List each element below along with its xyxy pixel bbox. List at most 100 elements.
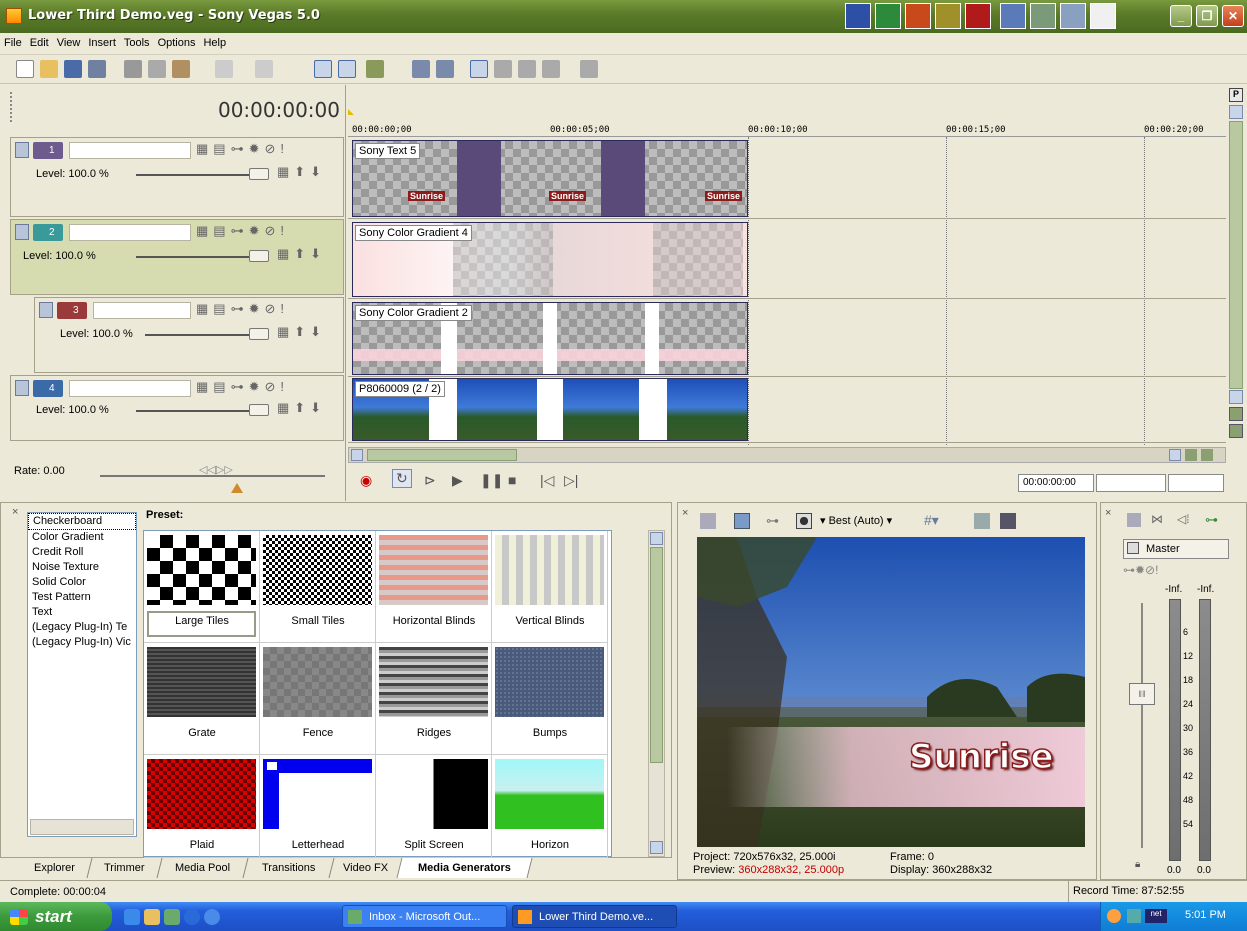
level-slider-knob[interactable] <box>249 168 269 180</box>
track-header-4[interactable]: 4 ▦▤⊶✹⊘! Level: 100.0 % ▦⬆⬇ <box>10 375 344 441</box>
zoom-out-icon[interactable] <box>1201 449 1213 461</box>
track-fx-icons[interactable]: ▦▤⊶✹⊘! <box>196 223 289 239</box>
cut-icon[interactable] <box>124 60 142 78</box>
selection-tool-icon[interactable] <box>518 60 536 78</box>
timeline-ruler[interactable]: 00:00:00;00 00:00:05;00 00:00:10;00 00:0… <box>348 85 1226 137</box>
generator-item[interactable]: Test Pattern <box>28 590 136 605</box>
menu-edit[interactable]: Edit <box>26 33 53 49</box>
gradient-clip[interactable]: Sony Color Gradient 2 <box>352 302 748 375</box>
preset-fence[interactable]: Fence <box>260 643 376 755</box>
scroll-up-button[interactable] <box>1229 105 1243 119</box>
preset-large-tiles[interactable]: Large Tiles <box>144 531 260 643</box>
crossfade-icon[interactable] <box>366 60 384 78</box>
scroll-thumb[interactable] <box>1229 121 1243 389</box>
play-from-start-icon[interactable]: ⊳ <box>424 472 436 489</box>
compositing-icons[interactable]: ▦⬆⬇ <box>277 164 326 180</box>
selection-start-time[interactable]: 00:00:00:00 <box>1018 474 1094 492</box>
snap-icon[interactable] <box>470 60 488 78</box>
menu-file[interactable]: File <box>0 33 26 49</box>
minimize-track-icon[interactable] <box>15 224 29 240</box>
dim-output-icon[interactable]: ◁⁞ <box>1177 512 1190 526</box>
internet-explorer-icon[interactable] <box>184 909 200 925</box>
envelope-tool-icon[interactable] <box>494 60 512 78</box>
paste-icon[interactable] <box>172 60 190 78</box>
scroll-right-button[interactable] <box>1169 449 1181 461</box>
preset-split-screen[interactable]: Split Screen <box>376 755 492 858</box>
preset-vertical-blinds[interactable]: Vertical Blinds <box>492 531 608 643</box>
taskbar-item-vegas[interactable]: Lower Third Demo.ve... <box>512 905 677 928</box>
menu-options[interactable]: Options <box>154 33 200 49</box>
minimize-button[interactable]: _ <box>1170 5 1192 27</box>
zoom-in-icon[interactable] <box>1229 407 1243 421</box>
undo-icon[interactable] <box>215 60 233 78</box>
open-icon[interactable] <box>40 60 58 78</box>
insert-bus-icon[interactable]: ⊶ <box>1205 512 1218 528</box>
track-fx-icons[interactable]: ▦▤⊶✹⊘! <box>196 141 289 157</box>
properties-icon[interactable] <box>88 60 106 78</box>
render-icon[interactable] <box>412 60 430 78</box>
scroll-up-button[interactable] <box>650 532 663 545</box>
go-to-end-icon[interactable]: ▷| <box>564 472 578 489</box>
generator-item[interactable]: Checkerboard <box>28 513 136 530</box>
new-icon[interactable] <box>16 60 34 78</box>
preset-grate[interactable]: Grate <box>144 643 260 755</box>
excel-icon[interactable] <box>875 3 901 29</box>
paint-icon[interactable] <box>1030 3 1056 29</box>
menu-help[interactable]: Help <box>199 33 230 49</box>
pause-icon[interactable]: ❚❚ <box>480 472 503 489</box>
quick-launch-icon[interactable] <box>124 909 140 925</box>
preset-ridges[interactable]: Ridges <box>376 643 492 755</box>
gradient-clip[interactable]: Sony Color Gradient 4 <box>352 222 748 297</box>
track-lane-4[interactable]: P8060009 (2 / 2) <box>348 377 1226 443</box>
track-fx-icons[interactable]: ▦▤⊶✹⊘! <box>196 379 289 395</box>
compositing-icons[interactable]: ▦⬆⬇ <box>277 400 326 416</box>
track-lane-2[interactable]: Sony Color Gradient 4 <box>348 219 1226 299</box>
track-lane-3[interactable]: Sony Color Gradient 2 <box>348 299 1226 377</box>
auto-ripple-icon[interactable] <box>314 60 332 78</box>
track-lane-1[interactable]: Sony Text 5 Sunrise Sunrise Sunrise <box>348 137 1226 219</box>
outlook-icon[interactable] <box>164 909 180 925</box>
scroll-left-button[interactable] <box>351 449 363 461</box>
scroll-down-button[interactable] <box>650 841 663 854</box>
powerpoint-icon[interactable] <box>905 3 931 29</box>
close-button[interactable]: ✕ <box>1222 5 1244 27</box>
media-player-icon[interactable] <box>204 909 220 925</box>
preview-frame[interactable]: Sunrise <box>697 537 1085 847</box>
preset-horizon[interactable]: Horizon <box>492 755 608 858</box>
preset-plaid[interactable]: Plaid <box>144 755 260 858</box>
level-slider[interactable] <box>136 174 266 176</box>
network-icon[interactable] <box>1127 909 1141 923</box>
timeline-area[interactable]: Sony Text 5 Sunrise Sunrise Sunrise Sony… <box>348 137 1226 445</box>
tab-media-pool[interactable]: Media Pool <box>157 858 249 878</box>
track-name-field[interactable] <box>93 302 191 319</box>
clock[interactable]: 5:01 PM <box>1185 909 1226 921</box>
redo-icon[interactable] <box>255 60 273 78</box>
level-slider[interactable] <box>145 334 265 336</box>
close-panel-icon[interactable]: × <box>12 506 18 518</box>
save-snapshot-icon[interactable] <box>1000 513 1016 529</box>
fx-icon[interactable]: ⊶ <box>766 513 779 529</box>
track-name-field[interactable] <box>69 380 191 397</box>
generator-item[interactable]: Color Gradient <box>28 530 136 545</box>
generator-item[interactable]: (Legacy Plug-In) Te <box>28 620 136 635</box>
list-horizontal-scrollbar[interactable] <box>30 819 134 835</box>
zoom-tool-icon[interactable] <box>542 60 560 78</box>
generator-item[interactable]: Credit Roll <box>28 545 136 560</box>
preview-quality-dropdown[interactable]: ▾ Best (Auto) ▾ <box>820 514 892 527</box>
taskbar-item-outlook[interactable]: Inbox - Microsoft Out... <box>342 905 507 928</box>
close-panel-icon[interactable]: × <box>682 507 688 519</box>
tab-explorer[interactable]: Explorer <box>17 858 93 878</box>
compositing-icons[interactable]: ▦⬆⬇ <box>277 246 326 262</box>
word-icon[interactable] <box>845 3 871 29</box>
menu-view[interactable]: View <box>53 33 85 49</box>
preset-grid[interactable]: Large Tiles Small Tiles Horizontal Blind… <box>143 530 612 858</box>
tab-transitions[interactable]: Transitions <box>243 858 335 878</box>
close-panel-icon[interactable]: × <box>1105 507 1111 519</box>
stop-icon[interactable]: ■ <box>508 472 516 488</box>
timeline-horizontal-scrollbar[interactable] <box>348 447 1226 463</box>
tray-app-icon[interactable]: net <box>1145 909 1167 923</box>
preset-horizontal-blinds[interactable]: Horizontal Blinds <box>376 531 492 643</box>
track-header-2[interactable]: 2 ▦▤⊶✹⊘! Level: 100.0 % ▦⬆⬇ <box>10 219 344 295</box>
generator-item[interactable]: Solid Color <box>28 575 136 590</box>
access-icon[interactable] <box>965 3 991 29</box>
